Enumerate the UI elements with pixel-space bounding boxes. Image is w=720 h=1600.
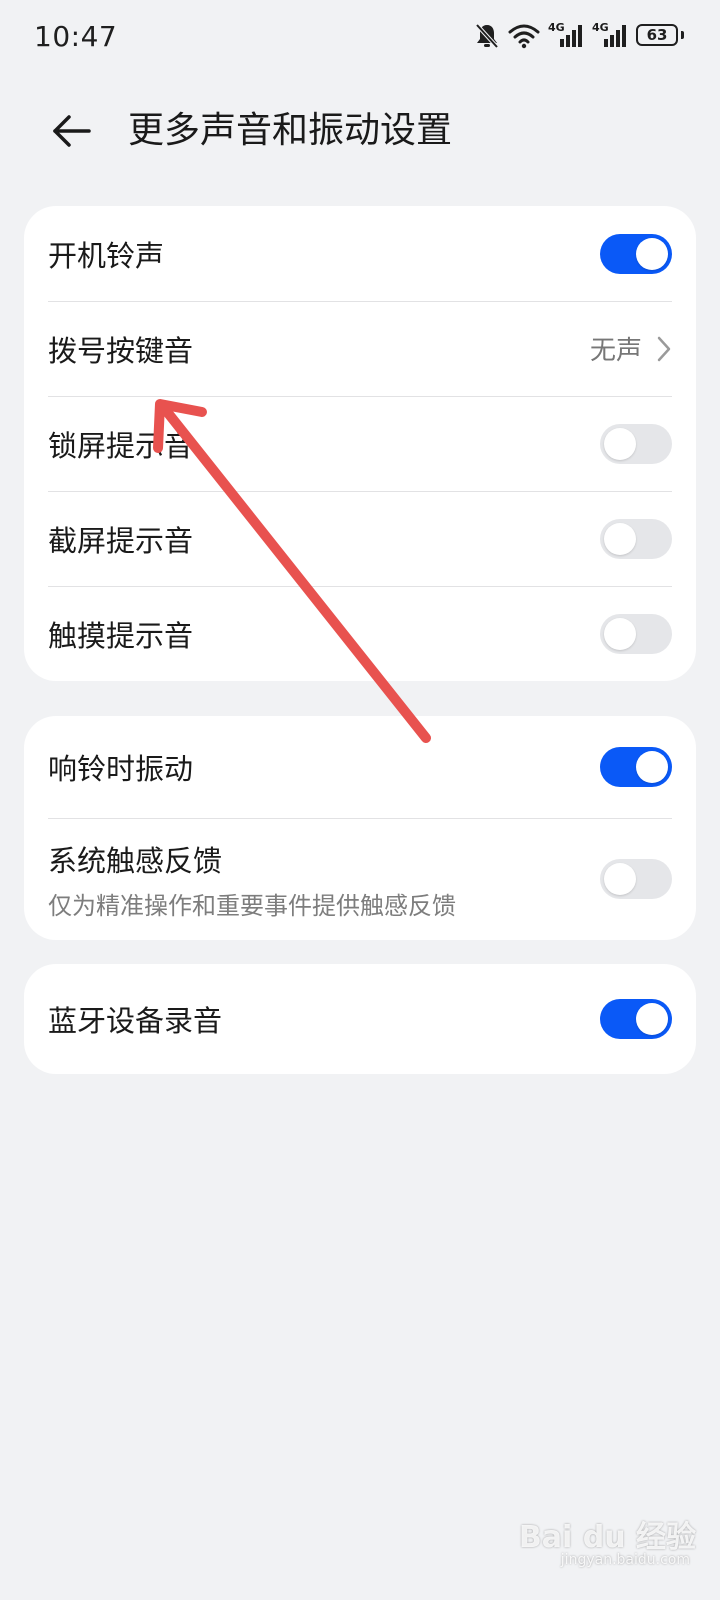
- startup-ringtone-toggle[interactable]: [600, 233, 672, 274]
- setting-row-screenshot-sound: 截屏提示音: [24, 491, 696, 586]
- setting-row-system-haptics: 系统触感反馈 仅为精准操作和重要事件提供触感反馈: [24, 818, 696, 940]
- setting-row-bluetooth-recording: 蓝牙设备录音: [24, 964, 696, 1074]
- setting-label: 锁屏提示音: [48, 428, 194, 463]
- signal-icon: 4G: [592, 21, 628, 49]
- setting-row-lock-screen-sound: 锁屏提示音: [24, 396, 696, 491]
- setting-label: 蓝牙设备录音: [48, 1004, 223, 1038]
- vibrate-on-ring-toggle[interactable]: [600, 747, 672, 787]
- battery-level: 63: [646, 26, 668, 44]
- setting-description: 仅为精准操作和重要事件提供触感反馈: [48, 891, 456, 920]
- page-title: 更多声音和振动设置: [128, 110, 453, 151]
- sound-settings-card: 开机铃声 拨号按键音 无声 锁屏提示音 截屏提示音 触摸提示音: [24, 206, 696, 681]
- bluetooth-recording-toggle[interactable]: [600, 999, 672, 1039]
- setting-row-dialpad-tone[interactable]: 拨号按键音 无声: [24, 301, 696, 396]
- setting-row-vibrate-on-ring: 响铃时振动: [24, 716, 696, 818]
- setting-label: 系统触感反馈: [48, 843, 223, 878]
- status-icons: 4G 4G 63: [474, 21, 684, 50]
- chevron-right-icon: [657, 336, 671, 361]
- status-bar: 10:47 4G 4G 63: [0, 0, 720, 78]
- setting-label: 响铃时振动: [48, 752, 194, 786]
- back-button[interactable]: [40, 104, 102, 158]
- setting-label: 截屏提示音: [48, 523, 194, 558]
- setting-row-startup-ringtone: 开机铃声: [24, 206, 696, 301]
- screenshot-sound-toggle[interactable]: [600, 518, 672, 559]
- setting-value: 无声: [589, 336, 642, 366]
- setting-label: 拨号按键音: [48, 333, 194, 368]
- setting-label: 开机铃声: [48, 238, 165, 273]
- mute-bell-icon: [474, 22, 500, 50]
- system-haptics-toggle[interactable]: [600, 859, 672, 899]
- watermark: Bai du 经验 jingyan.baidu.com: [519, 1512, 696, 1582]
- bluetooth-settings-card: 蓝牙设备录音: [24, 964, 696, 1074]
- setting-texts: 系统触感反馈 仅为精准操作和重要事件提供触感反馈: [48, 838, 600, 921]
- setting-row-touch-sound: 触摸提示音: [24, 586, 696, 681]
- setting-label: 触摸提示音: [48, 618, 194, 653]
- status-time: 10:47: [34, 20, 118, 53]
- wifi-icon: [508, 23, 540, 49]
- signal-icon: 4G: [548, 21, 584, 49]
- watermark-logo: Bai du 经验: [518, 1520, 696, 1555]
- back-arrow-icon: [53, 115, 91, 147]
- touch-sound-toggle[interactable]: [600, 613, 672, 654]
- lock-screen-sound-toggle[interactable]: [600, 423, 672, 464]
- watermark-url: jingyan.baidu.com: [560, 1552, 690, 1568]
- vibration-settings-card: 响铃时振动 系统触感反馈 仅为精准操作和重要事件提供触感反馈: [24, 716, 696, 940]
- header: 更多声音和振动设置: [0, 88, 720, 174]
- battery-icon: 63: [636, 24, 684, 48]
